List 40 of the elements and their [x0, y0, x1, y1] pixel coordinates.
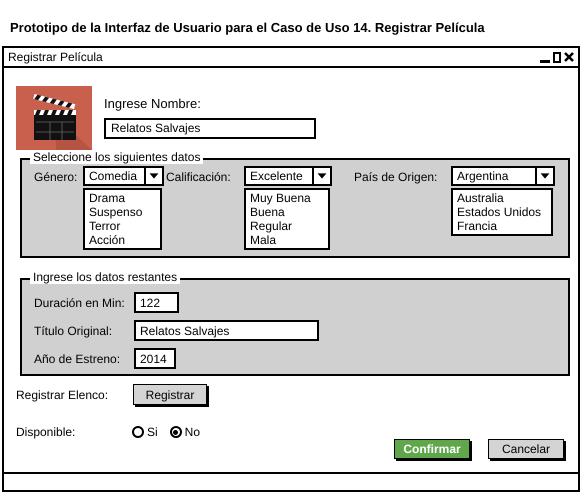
- close-icon[interactable]: [564, 52, 574, 62]
- dropdown-option[interactable]: Suspenso: [89, 205, 156, 219]
- text-field[interactable]: Relatos Salvajes: [134, 320, 319, 341]
- field-label: País de Origen:: [354, 169, 438, 186]
- field-label: Registrar Elenco:: [16, 386, 110, 404]
- dropdown[interactable]: Excelente: [244, 166, 332, 186]
- cancel-button[interactable]: Cancelar: [488, 439, 564, 459]
- window-title: Registrar Película: [8, 49, 103, 66]
- dropdown-option[interactable]: Francia: [457, 219, 547, 233]
- radio-button[interactable]: [170, 426, 182, 438]
- field-label: Calificación:: [166, 169, 232, 186]
- register-button[interactable]: Registrar: [133, 384, 207, 405]
- dropdown[interactable]: Comedia: [83, 166, 164, 186]
- dropdown-option[interactable]: Estados Unidos: [457, 205, 547, 219]
- radio-label: No: [184, 424, 200, 441]
- panel-legend: Ingrese los datos restantes: [30, 270, 180, 284]
- radio-label: Si: [147, 424, 158, 441]
- dropdown-option[interactable]: Muy Buena: [250, 191, 324, 205]
- maximize-icon[interactable]: [553, 52, 561, 62]
- clapperboard-icon: [16, 86, 92, 150]
- field-label: Género:: [34, 169, 78, 186]
- name-field[interactable]: Relatos Salvajes: [104, 118, 316, 138]
- field-label: Año de Estreno:: [34, 350, 122, 368]
- field-label: Título Original:: [34, 322, 114, 340]
- dropdown-option[interactable]: Australia: [457, 191, 547, 205]
- dropdown-option[interactable]: Buena: [250, 205, 324, 219]
- panel-legend: Seleccione los siguientes datos: [30, 150, 204, 164]
- page-heading: Prototipo de la Interfaz de Usuario para el Caso de Uso 14. Registrar Película: [10, 20, 485, 35]
- radio-button[interactable]: [132, 426, 144, 438]
- text-field[interactable]: 2014: [134, 348, 176, 369]
- dropdown-option[interactable]: Acción: [89, 233, 156, 247]
- text-field[interactable]: 122: [134, 292, 179, 313]
- dropdown-option[interactable]: Drama: [89, 191, 156, 205]
- field-label: Ingrese Nombre:: [104, 95, 202, 113]
- field-label: Duración en Min:: [34, 294, 126, 312]
- dropdown[interactable]: Argentina: [451, 166, 555, 186]
- dropdown-option[interactable]: Terror: [89, 219, 156, 233]
- dropdown-option[interactable]: Regular: [250, 219, 324, 233]
- field-label: Disponible:: [16, 424, 76, 441]
- dropdown-option[interactable]: Mala: [250, 233, 324, 247]
